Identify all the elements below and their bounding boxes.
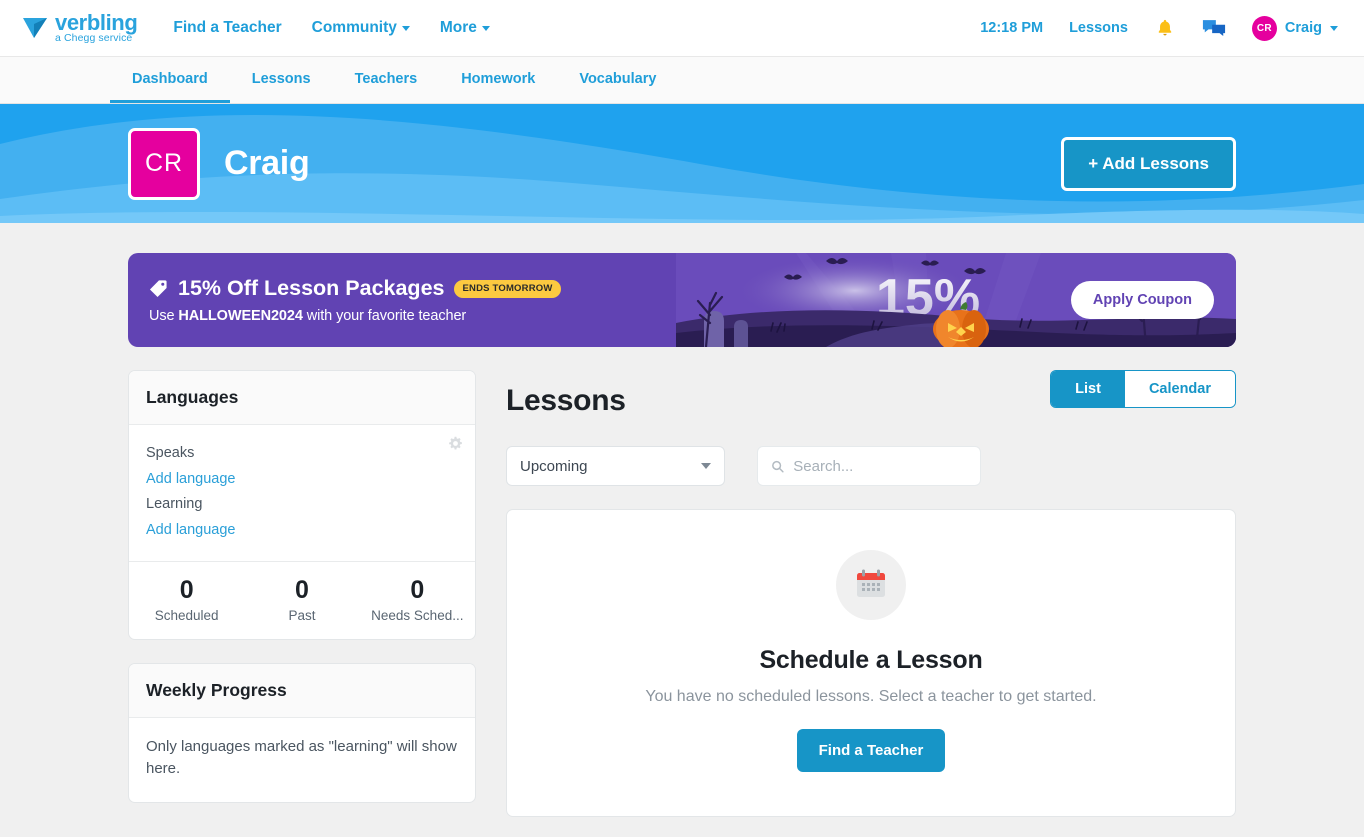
languages-card-body: Speaks Add language Learning Add languag… bbox=[129, 425, 475, 561]
stat-needs-scheduling: 0 Needs Sched... bbox=[360, 576, 475, 623]
search-input[interactable] bbox=[793, 457, 967, 475]
profile-hero-banner: CR Craig + Add Lessons bbox=[0, 104, 1364, 223]
user-menu-button[interactable]: CR Craig bbox=[1251, 15, 1338, 41]
tab-lessons-label: Lessons bbox=[251, 70, 311, 87]
page-title: Craig bbox=[224, 144, 310, 182]
nav-more-label: More bbox=[439, 19, 477, 36]
tab-dashboard-label: Dashboard bbox=[132, 70, 208, 87]
chevron-down-icon bbox=[1330, 25, 1338, 31]
view-toggle-list[interactable]: List bbox=[1051, 371, 1125, 407]
languages-card-title: Languages bbox=[129, 371, 475, 425]
user-name-label: Craig bbox=[1284, 20, 1322, 36]
promo-title-text: 15% Off Lesson Packages bbox=[178, 276, 445, 300]
tab-homework[interactable]: Homework bbox=[439, 57, 557, 103]
logo-tagline: a Chegg service bbox=[55, 32, 133, 45]
stat-needs-scheduling-label: Needs Sched... bbox=[371, 608, 464, 623]
stat-scheduled: 0 Scheduled bbox=[129, 576, 244, 623]
primary-nav: Find a Teacher Community More bbox=[173, 19, 490, 37]
stat-scheduled-label: Scheduled bbox=[154, 608, 219, 623]
lessons-filter-value: Upcoming bbox=[520, 457, 588, 475]
promo-badge: ENDS TOMORROW bbox=[454, 279, 561, 298]
chevron-down-icon bbox=[401, 25, 410, 31]
search-icon bbox=[772, 460, 784, 472]
view-toggle: List Calendar bbox=[1050, 370, 1236, 408]
lessons-filters: Upcoming bbox=[506, 446, 1236, 486]
dashboard-columns: Languages Speaks Add language Learning A… bbox=[128, 370, 1236, 817]
lesson-stats: 0 Scheduled 0 Past 0 Needs Sched... bbox=[129, 561, 475, 639]
left-column: Languages Speaks Add language Learning A… bbox=[128, 370, 476, 817]
stat-past-label: Past bbox=[288, 608, 316, 623]
learning-label: Learning bbox=[146, 496, 203, 512]
nav-more[interactable]: More bbox=[440, 19, 490, 37]
promo-subtitle-prefix: Use bbox=[149, 308, 179, 324]
stat-past-value: 0 bbox=[295, 576, 309, 604]
tab-vocabulary[interactable]: Vocabulary bbox=[557, 57, 678, 103]
lessons-title: Lessons bbox=[506, 384, 626, 417]
bell-icon bbox=[1158, 19, 1172, 36]
promo-subtitle-suffix: with your favorite teacher bbox=[302, 308, 467, 324]
stat-scheduled-value: 0 bbox=[179, 576, 194, 604]
verbling-logo-icon bbox=[23, 18, 47, 38]
empty-state-description: You have no scheduled lessons. Select a … bbox=[645, 688, 1097, 705]
logo-name: verbling bbox=[55, 10, 138, 36]
tab-teachers[interactable]: Teachers bbox=[333, 57, 440, 103]
empty-state-icon-circle bbox=[836, 550, 906, 620]
nav-community[interactable]: Community bbox=[312, 19, 410, 37]
gear-icon[interactable] bbox=[448, 436, 463, 451]
nav-find-a-teacher-label: Find a Teacher bbox=[173, 19, 282, 36]
tab-homework-label: Homework bbox=[461, 70, 536, 87]
lessons-search[interactable] bbox=[757, 446, 981, 486]
empty-state-title: Schedule a Lesson bbox=[759, 646, 983, 674]
stat-past: 0 Past bbox=[244, 576, 359, 623]
lessons-header: Lessons List Calendar bbox=[506, 370, 1236, 418]
top-navigation-bar: verbling a Chegg service Find a Teacher … bbox=[0, 0, 1364, 57]
add-learning-language-link[interactable]: Add language bbox=[146, 518, 458, 544]
messages-button[interactable] bbox=[1202, 17, 1226, 39]
nav-community-label: Community bbox=[311, 19, 397, 36]
notifications-button[interactable] bbox=[1154, 17, 1176, 39]
languages-card: Languages Speaks Add language Learning A… bbox=[128, 370, 476, 640]
tab-vocabulary-label: Vocabulary bbox=[579, 70, 657, 87]
apply-coupon-button[interactable]: Apply Coupon bbox=[1070, 281, 1214, 319]
calendar-icon bbox=[857, 569, 885, 597]
section-tabs: Dashboard Lessons Teachers Homework Voca… bbox=[0, 57, 1364, 104]
promo-subtitle: Use HALLOWEEN2024 with your favorite tea… bbox=[149, 308, 561, 324]
promo-code: HALLOWEEN2024 bbox=[178, 308, 303, 324]
price-tag-icon bbox=[149, 280, 167, 298]
right-column: Lessons List Calendar Upcoming Search...… bbox=[506, 370, 1236, 817]
top-right-actions: 12:18 PM Lessons CR Craig bbox=[980, 15, 1338, 41]
profile-avatar: CR bbox=[128, 127, 200, 200]
current-time: 12:18 PM bbox=[980, 20, 1044, 36]
promo-banner[interactable]: 15% 15% Off Lesson Packages ENDS TOMORRO… bbox=[128, 253, 1236, 347]
chat-bubbles-icon bbox=[1202, 20, 1225, 37]
stat-needs-scheduling-value: 0 bbox=[410, 576, 425, 604]
lessons-filter-select[interactable]: Upcoming bbox=[506, 446, 725, 486]
find-a-teacher-button[interactable]: Find a Teacher bbox=[796, 729, 946, 772]
speaks-label: Speaks bbox=[146, 445, 195, 461]
nav-find-a-teacher[interactable]: Find a Teacher bbox=[173, 19, 281, 37]
chevron-down-icon bbox=[481, 25, 490, 31]
add-lessons-button[interactable]: + Add Lessons bbox=[1061, 136, 1236, 191]
weekly-progress-title: Weekly Progress bbox=[129, 664, 475, 718]
page-content: 15% 15% Off Lesson Packages ENDS TOMORRO… bbox=[0, 253, 1364, 817]
weekly-progress-body: Only languages marked as "learning" will… bbox=[146, 738, 457, 777]
tab-lessons[interactable]: Lessons bbox=[230, 57, 333, 103]
view-toggle-calendar[interactable]: Calendar bbox=[1124, 371, 1235, 407]
tab-dashboard[interactable]: Dashboard bbox=[110, 57, 230, 103]
weekly-progress-card: Weekly Progress Only languages marked as… bbox=[128, 663, 476, 803]
tab-teachers-label: Teachers bbox=[354, 70, 418, 87]
lessons-empty-state: Schedule a Lesson You have no scheduled … bbox=[506, 509, 1236, 817]
verbling-logo[interactable]: verbling a Chegg service bbox=[22, 10, 138, 45]
chevron-down-icon bbox=[701, 463, 711, 469]
header-lessons-link[interactable]: Lessons bbox=[1069, 20, 1128, 36]
avatar: CR bbox=[1251, 15, 1277, 41]
add-speaks-language-link[interactable]: Add language bbox=[146, 467, 458, 493]
